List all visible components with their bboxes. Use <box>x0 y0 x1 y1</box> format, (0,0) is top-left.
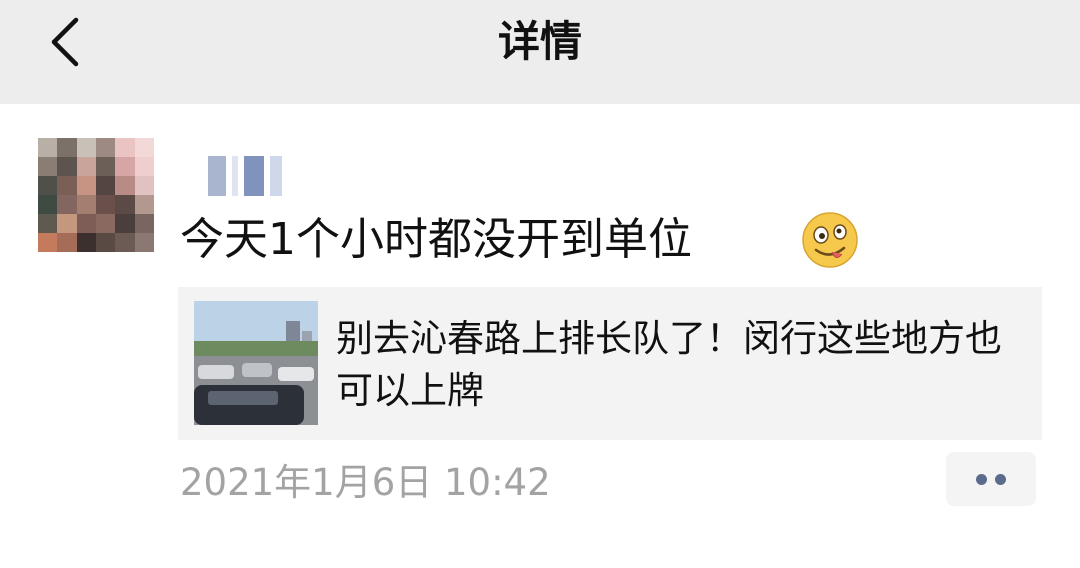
more-button[interactable] <box>946 452 1036 506</box>
link-title: 别去沁春路上排长队了！闵行这些地方也可以上牌 <box>336 317 1002 412</box>
link-card[interactable]: 别去沁春路上排长队了！闵行这些地方也可以上牌 <box>178 287 1042 440</box>
user-name[interactable] <box>208 156 292 196</box>
page-title: 详情 <box>497 17 582 66</box>
link-thumbnail <box>194 301 318 425</box>
avatar[interactable] <box>38 138 154 252</box>
more-dots-icon <box>976 473 987 485</box>
post-timestamp: 2021年1月6日 10:42 <box>180 461 551 504</box>
navigation-bar: 详情 <box>0 0 1080 104</box>
crazy-face-emoji-icon <box>802 212 858 268</box>
post-text: 今天1个小时都没开到单位 <box>180 214 692 265</box>
